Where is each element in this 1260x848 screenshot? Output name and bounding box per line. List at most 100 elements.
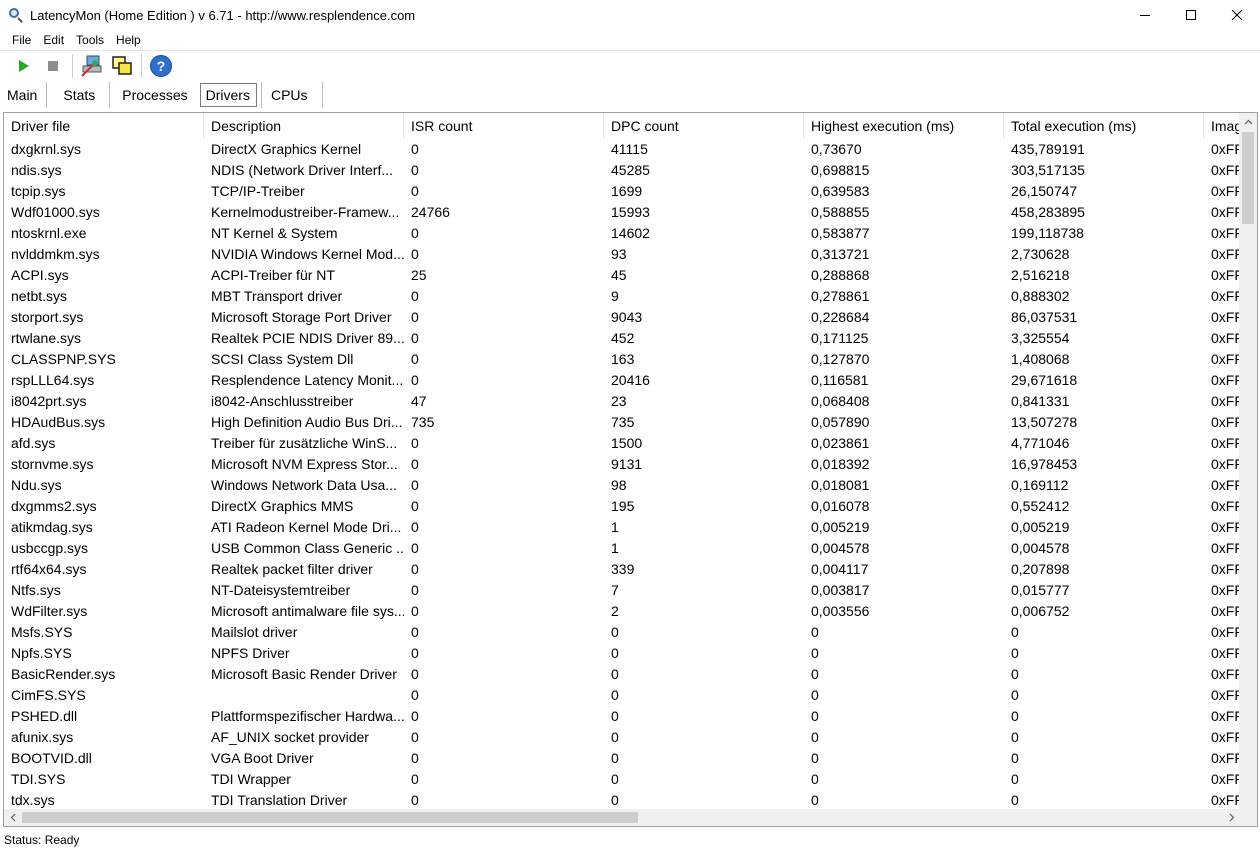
table-row[interactable]: dxgmms2.sys DirectX Graphics MMS 0 195 0,016… xyxy=(4,496,1240,517)
column-header[interactable]: ISR count xyxy=(404,113,604,139)
table-row[interactable]: BOOTVID.dll VGA Boot Driver 0 0 0 0 0xFF xyxy=(4,748,1240,769)
table-row[interactable]: i8042prt.sys i8042-Anschlusstreiber 47 23 0,… xyxy=(4,391,1240,412)
table-row[interactable]: netbt.sys MBT Transport driver 0 9 0,278861 0… xyxy=(4,286,1240,307)
table-row[interactable]: tcpip.sys TCP/IP-Treiber 0 1699 0,639583 26,1… xyxy=(4,181,1240,202)
table-cell xyxy=(204,685,404,706)
table-cell: 29,671618 xyxy=(1011,372,1078,388)
table-row[interactable]: WdFilter.sys Microsoft antimalware file s… xyxy=(4,601,1240,622)
table-row[interactable]: rtf64x64.sys Realtek packet filter driver… xyxy=(4,559,1240,580)
table-row[interactable]: storport.sys Microsoft Storage Port Drive… xyxy=(4,307,1240,328)
table-row[interactable]: PSHED.dll Plattformspezifischer Hardwa...… xyxy=(4,706,1240,727)
drivers-table: Driver file Description ISR count DPC count… xyxy=(3,112,1258,827)
chevron-left-icon xyxy=(10,813,15,822)
table-cell: NPFS Driver xyxy=(211,645,290,661)
column-header[interactable]: Driver file xyxy=(4,113,204,139)
table-row[interactable]: dxgkrnl.sys DirectX Graphics Kernel 0 41115… xyxy=(4,139,1240,160)
table-cell: 0,005219 xyxy=(1011,519,1070,535)
maximize-button[interactable] xyxy=(1168,0,1214,30)
table-cell: 0,005219 xyxy=(811,519,870,535)
tab-stats[interactable]: Stats xyxy=(47,81,111,108)
scroll-right-button[interactable] xyxy=(1223,809,1240,826)
windows-button[interactable] xyxy=(107,52,137,80)
column-header[interactable]: Imag xyxy=(1204,113,1240,139)
tab-cpus[interactable]: CPUs xyxy=(260,81,323,108)
column-header[interactable]: Highest execution (ms) xyxy=(804,113,1004,139)
table-cell: Microsoft antimalware file sys... xyxy=(211,603,404,619)
table-cell: 0xFF xyxy=(1211,561,1240,577)
table-row[interactable]: ndis.sys NDIS (Network Driver Interf... 0 4… xyxy=(4,160,1240,181)
table-row[interactable]: rspLLL64.sys Resplendence Latency Monit..… xyxy=(4,370,1240,391)
horizontal-scroll-thumb[interactable] xyxy=(22,812,638,823)
table-row[interactable]: Npfs.SYS NPFS Driver 0 0 0 0 0xFF xyxy=(4,643,1240,664)
table-row[interactable]: Ndu.sys Windows Network Data Usa... 0 98 0,0… xyxy=(4,475,1240,496)
table-cell: MBT Transport driver xyxy=(211,288,343,304)
table-cell: 0 xyxy=(611,687,619,703)
table-row[interactable]: nvlddmkm.sys NVIDIA Windows Kernel Mod...… xyxy=(4,244,1240,265)
menu-help[interactable]: Help xyxy=(110,33,147,47)
vertical-scroll-thumb[interactable] xyxy=(1242,132,1254,224)
table-row[interactable]: TDI.SYS TDI Wrapper 0 0 0 0 0xFF xyxy=(4,769,1240,790)
table-row[interactable]: usbccgp.sys USB Common Class Generic ... 0… xyxy=(4,538,1240,559)
table-row[interactable]: HDAudBus.sys High Definition Audio Bus Dr… xyxy=(4,412,1240,433)
tab-drivers[interactable]: Drivers xyxy=(199,82,257,107)
table-row[interactable]: Msfs.SYS Mailslot driver 0 0 0 0 0xFF xyxy=(4,622,1240,643)
table-cell: tdx.sys xyxy=(11,792,55,808)
table-cell: TCP/IP-Treiber xyxy=(211,183,305,199)
scroll-up-button[interactable] xyxy=(1239,113,1257,130)
table-cell: 0 xyxy=(411,750,419,766)
tab-main[interactable]: Main xyxy=(0,81,48,108)
table-row[interactable]: ACPI.sys ACPI-Treiber für NT 25 45 0,288868 2… xyxy=(4,265,1240,286)
table-cell: 86,037531 xyxy=(1011,309,1078,325)
table-cell: 0,313721 xyxy=(811,246,870,262)
tab-label: CPUs xyxy=(270,86,308,103)
column-header[interactable]: Description xyxy=(204,113,404,139)
vertical-scrollbar[interactable] xyxy=(1239,113,1257,810)
table-cell: 0 xyxy=(611,771,619,787)
computer-info-button[interactable] xyxy=(77,52,107,80)
table-row[interactable]: BasicRender.sys Microsoft Basic Render Dr… xyxy=(4,664,1240,685)
column-header[interactable]: DPC count xyxy=(604,113,804,139)
table-cell: 0 xyxy=(811,771,819,787)
table-cell: 0xFF xyxy=(1211,246,1240,262)
table-row[interactable]: rtwlane.sys Realtek PCIE NDIS Driver 89..… xyxy=(4,328,1240,349)
table-cell: 0xFF xyxy=(1211,708,1240,724)
tab-processes[interactable]: Processes xyxy=(110,82,195,108)
menu-edit[interactable]: Edit xyxy=(37,33,70,47)
horizontal-scrollbar[interactable] xyxy=(4,809,1240,826)
table-row[interactable]: CimFS.SYS 0 0 0 0 0xFF xyxy=(4,685,1240,706)
table-row[interactable]: Ntfs.sys NT-Dateisystemtreiber 0 7 0,003817 0… xyxy=(4,580,1240,601)
svg-text:?: ? xyxy=(157,58,166,74)
table-cell: 1699 xyxy=(611,183,643,199)
table-row[interactable]: tdx.sys TDI Translation Driver 0 0 0 0 0xFF xyxy=(4,790,1240,811)
table-row[interactable]: afd.sys Treiber für zusätzliche WinS... 0 1… xyxy=(4,433,1240,454)
stop-button[interactable] xyxy=(38,52,68,80)
table-cell: Mailslot driver xyxy=(211,624,298,640)
table-cell: 0 xyxy=(1011,624,1019,640)
table-cell: 0xFF xyxy=(1211,225,1240,241)
table-row[interactable]: afunix.sys AF_UNIX socket provider 0 0 0 0 0xF… xyxy=(4,727,1240,748)
table-cell: TDI Translation Driver xyxy=(211,792,348,808)
table-row[interactable]: CLASSPNP.SYS SCSI Class System Dll 0 163 0,1… xyxy=(4,349,1240,370)
table-cell: 0xFF xyxy=(1211,498,1240,514)
table-cell: 2,730628 xyxy=(1011,246,1070,262)
menu-tools[interactable]: Tools xyxy=(70,33,110,47)
table-row[interactable]: Wdf01000.sys Kernelmodustreiber-Framew...… xyxy=(4,202,1240,223)
table-cell: 0xFF xyxy=(1211,141,1240,157)
table-cell: 0xFF xyxy=(1211,351,1240,367)
table-row[interactable]: stornvme.sys Microsoft NVM Express Stor..… xyxy=(4,454,1240,475)
scroll-left-button[interactable] xyxy=(4,809,21,826)
minimize-button[interactable] xyxy=(1122,0,1168,30)
table-cell: 0 xyxy=(811,666,819,682)
table-cell: stornvme.sys xyxy=(11,456,94,472)
table-cell: usbccgp.sys xyxy=(11,540,89,556)
table-cell: 9043 xyxy=(611,309,643,325)
menu-file[interactable]: File xyxy=(6,33,37,47)
table-row[interactable]: atikmdag.sys ATI Radeon Kernel Mode Dri..… xyxy=(4,517,1240,538)
table-cell: 47 xyxy=(411,393,427,409)
close-button[interactable] xyxy=(1214,0,1260,30)
help-button[interactable]: ? xyxy=(146,52,176,80)
start-button[interactable] xyxy=(8,52,38,80)
column-header[interactable]: Total execution (ms) xyxy=(1004,113,1204,139)
table-row[interactable]: ntoskrnl.exe NT Kernel & System 0 14602 0,58… xyxy=(4,223,1240,244)
table-cell: 9131 xyxy=(611,456,643,472)
